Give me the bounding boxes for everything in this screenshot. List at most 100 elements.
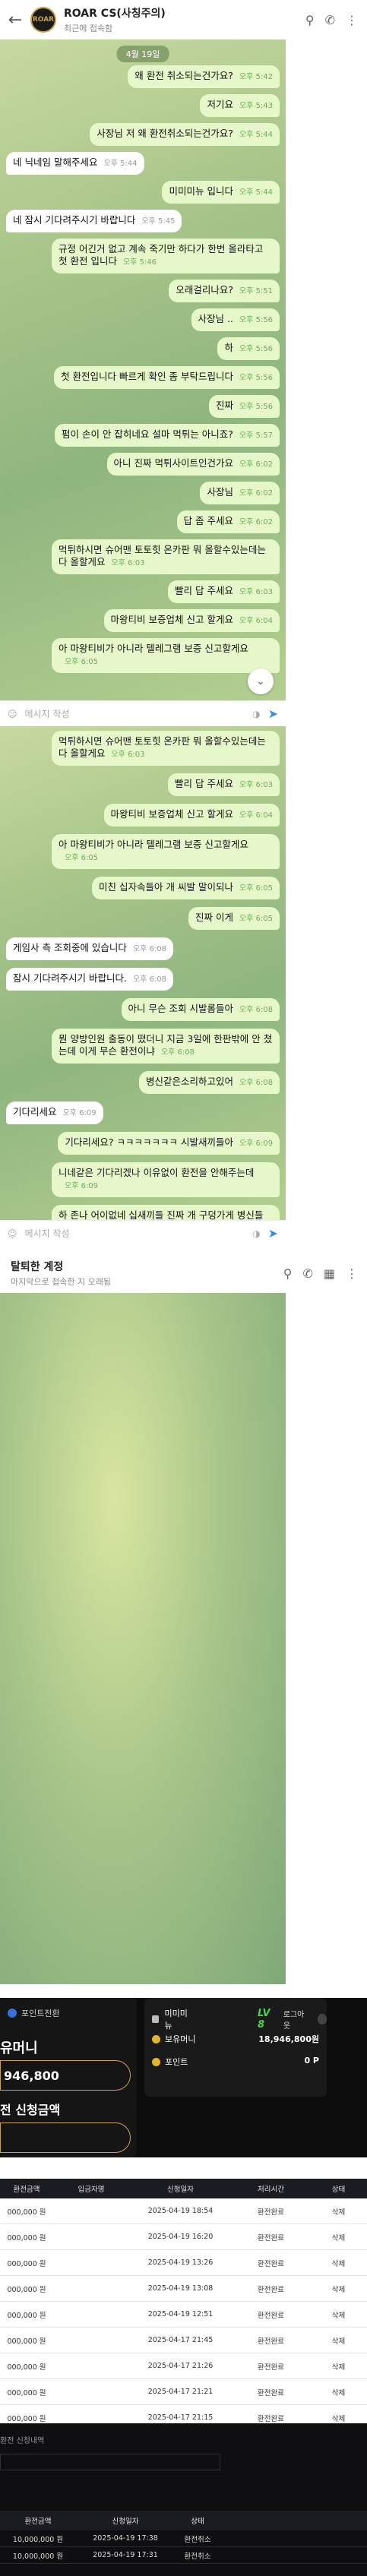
message-bubble[interactable]: 미미미뉴 입니다 오후 5:44 <box>162 181 280 204</box>
message-time: 오후 5:57 <box>239 431 273 440</box>
table-cell: 000,000 원 <box>7 2363 46 2372</box>
message-text: 저기요 <box>207 99 233 110</box>
column-header[interactable]: 신청일자 <box>129 2183 232 2194</box>
sticker-icon[interactable]: ◑ <box>252 709 260 719</box>
message-bubble[interactable]: 빨리 답 주세요 오후 6:03 <box>168 580 280 603</box>
search-icon[interactable]: ⚲ <box>283 1266 293 1281</box>
message-input-bar-2[interactable]: ☺ 메시지 작성 ◑ ➤ <box>0 1220 286 1246</box>
message-bubble[interactable]: 병신같은소리하고있어 오후 6:08 <box>138 1071 280 1094</box>
message-bubble[interactable]: 저기요 오후 5:43 <box>200 94 280 117</box>
message-time: 오후 5:56 <box>239 345 273 353</box>
table-cell: 2025-04-17 21:15 <box>147 2413 214 2422</box>
message-bubble[interactable]: 답 좀 주세요 오후 6:02 <box>176 510 280 533</box>
sidebar-icon[interactable]: ▦ <box>324 1266 335 1281</box>
table-cell: 2025-04-19 13:08 <box>147 2284 214 2293</box>
point-convert-label[interactable]: 포인트전환 <box>21 2007 60 2019</box>
column-header[interactable]: 환전금액 <box>0 2183 53 2194</box>
chat-area-2[interactable]: 먹튀하시면 슈어맨 토토힛 온카판 뭐 올할수있는데는 다 올할게요 오후 6:0… <box>0 726 286 1220</box>
message-bubble[interactable]: 오래걸리나요? 오후 5:51 <box>169 280 280 302</box>
table-cell[interactable]: 삭제 <box>310 2413 367 2423</box>
phone-icon[interactable]: ✆ <box>325 13 335 27</box>
point-convert-icon <box>8 2009 17 2018</box>
column-header[interactable]: 상태 <box>310 2183 367 2194</box>
message-bubble[interactable]: 기다리세요 오후 6:09 <box>6 1102 103 1124</box>
message-bubble[interactable]: 진짜 이게 오후 6:05 <box>188 907 280 930</box>
message-text: 사장님 <box>207 486 233 498</box>
message-bubble[interactable]: 마왕티비 보증업체 신고 할게요 오후 6:04 <box>103 804 280 827</box>
message-bubble[interactable]: 사장님 .. 오후 5:56 <box>191 308 280 331</box>
message-bubble[interactable]: 첫 환전입니다 빠르게 확인 좀 부탁드립니다 오후 5:56 <box>54 366 280 389</box>
message-text: 하 <box>224 342 233 353</box>
emoji-icon[interactable]: ☺ <box>8 1228 17 1239</box>
column-header[interactable]: 입금자명 <box>53 2183 129 2194</box>
message-text: 진짜 <box>215 400 233 411</box>
table-cell[interactable]: 삭제 <box>310 2206 367 2217</box>
message-bubble[interactable]: 펌이 손이 안 잡히네요 설마 먹튀는 아니죠? 오후 5:57 <box>54 424 280 447</box>
message-bubble[interactable]: 사장님 저 왜 환전취소되는건가요? 오후 5:44 <box>90 123 280 146</box>
message-bubble[interactable]: 하 존나 어이없네 십새끼들 진짜 개 구덩가게 병신들오후 6:09 <box>52 1205 280 1220</box>
message-bubble[interactable]: 미친 십자속들아 개 씨발 말이되나 오후 6:05 <box>92 877 280 899</box>
message-bubble[interactable]: 마왕티비 보증업체 신고 할게요 오후 6:04 <box>103 609 280 632</box>
message-bubble[interactable]: 빨리 답 주세요 오후 6:03 <box>168 773 280 796</box>
table-cell[interactable]: 삭제 <box>310 2232 367 2243</box>
column-header[interactable]: 처리시간 <box>232 2183 310 2194</box>
table-row: 000,000 원 2025-04-19 12:51 환전완료 삭제 <box>0 2302 367 2328</box>
table-cell[interactable]: 삭제 <box>310 2284 367 2294</box>
column-header[interactable]: 상태 <box>175 2515 220 2526</box>
table-row: 10,000,000 원 2025-04-19 17:31 환전취소 <box>0 2547 367 2564</box>
message-bubble[interactable]: 아니 진짜 먹튀사이트인건가요 오후 6:02 <box>106 453 280 476</box>
send-icon[interactable]: ➤ <box>268 1226 278 1241</box>
message-input[interactable]: 메시지 작성 <box>25 707 245 720</box>
message-bubble[interactable]: 네 닉네임 말해주세요 오후 5:44 <box>6 152 144 175</box>
message-bubble[interactable]: 먹튀하시면 슈어맨 토토힛 온카판 뭐 올할수있는데는 다 올할게요 오후 6:0… <box>52 539 280 574</box>
table-cell[interactable]: 삭제 <box>310 2309 367 2320</box>
user-name: 미미미뉴 <box>164 2009 188 2031</box>
message-bubble[interactable]: 아니 무슨 조회 시발롬들아 오후 6:08 <box>121 998 280 1021</box>
settings-icon[interactable] <box>318 2014 327 2024</box>
message-time: 오후 5:44 <box>239 131 273 139</box>
more-icon[interactable]: ⋮ <box>346 13 358 27</box>
message-input-bar[interactable]: ☺ 메시지 작성 ◑ ➤ <box>0 700 286 726</box>
message-bubble[interactable]: 하 오후 5:56 <box>217 337 280 360</box>
table-cell[interactable]: 삭제 <box>310 2361 367 2372</box>
message-bubble[interactable]: 규정 어긴거 없고 계속 죽기만 하다가 한번 올라타고 첫 환전 입니다 오후 … <box>52 239 280 273</box>
table-cell[interactable]: 삭제 <box>310 2258 367 2268</box>
emoji-icon[interactable]: ☺ <box>8 709 17 719</box>
column-header[interactable]: 신청일자 <box>76 2515 175 2526</box>
search-icon[interactable]: ⚲ <box>305 13 315 27</box>
table-cell: 2025-04-19 17:38 <box>93 2534 158 2543</box>
send-icon[interactable]: ➤ <box>268 706 278 721</box>
table-cell: 환전완료 <box>258 2363 284 2372</box>
table-cell[interactable]: 삭제 <box>310 2335 367 2346</box>
message-bubble[interactable]: 진짜 오후 5:56 <box>208 395 280 418</box>
scroll-down-icon[interactable]: ⌄ <box>248 668 274 694</box>
message-bubble[interactable]: 아 마왕티비가 아니라 텔레그램 보증 신고할게요오후 6:05 <box>52 834 280 869</box>
message-bubble[interactable]: 잠시 기다려주시기 바랍니다. 오후 6:08 <box>6 968 173 991</box>
phone-icon[interactable]: ✆ <box>302 1266 312 1281</box>
back-arrow-icon[interactable]: ← <box>0 11 30 30</box>
column-header[interactable]: 환전금액 <box>0 2515 76 2526</box>
message-bubble[interactable]: 네 잠시 기다려주시기 바랍니다 오후 5:45 <box>6 210 182 232</box>
message-time: 오후 5:56 <box>239 374 273 382</box>
apply-amount-input[interactable] <box>0 2122 131 2153</box>
logout-link[interactable]: 로그아웃 <box>283 2008 307 2031</box>
table-cell[interactable]: 삭제 <box>310 2387 367 2397</box>
message-bubble[interactable]: 니네같은 기다리겠나 이유없이 환전을 안해주는데오후 6:09 <box>52 1162 280 1197</box>
chat-area[interactable]: 4월 19일 왜 환전 취소되는건가요? 오후 5:42 저기요 오후 5:43 사장님… <box>0 40 286 700</box>
message-bubble[interactable]: 아 마왕티비가 아니라 텔레그램 보증 신고할게요오후 6:05 <box>52 638 280 673</box>
cancel-divider <box>0 2454 220 2470</box>
table-row: 000,000 원 2025-04-19 13:26 환전완료 삭제 <box>0 2250 367 2276</box>
message-bubble[interactable]: 뭔 양방인원 출동이 떴더니 지금 3일에 한판밖에 안 쳤는데 이게 무슨 환… <box>52 1029 280 1064</box>
message-bubble[interactable]: 게임사 측 조회중에 있습니다 오후 6:08 <box>6 937 173 960</box>
message-bubble[interactable]: 왜 환전 취소되는건가요? 오후 5:42 <box>128 65 280 88</box>
message-bubble[interactable]: 사장님 오후 6:02 <box>200 482 280 504</box>
message-input-2[interactable]: 메시지 작성 <box>25 1227 245 1240</box>
message-bubble[interactable]: 먹튀하시면 슈어맨 토토힛 온카판 뭐 올할수있는데는 다 올할게요 오후 6:0… <box>52 731 280 766</box>
sticker-icon[interactable]: ◑ <box>252 1228 260 1239</box>
message-time: 오후 5:42 <box>239 73 273 81</box>
avatar[interactable]: ROAR <box>30 7 56 33</box>
more-icon[interactable]: ⋮ <box>346 1266 358 1281</box>
message-time: 오후 6:05 <box>65 658 99 666</box>
table-row: 000,000 원 2025-04-17 21:21 환전완료 삭제 <box>0 2379 367 2405</box>
message-bubble[interactable]: 기다리세요? ㅋㅋㅋㅋㅋㅋㅋ 시발새끼들아 오후 6:09 <box>58 1132 280 1155</box>
